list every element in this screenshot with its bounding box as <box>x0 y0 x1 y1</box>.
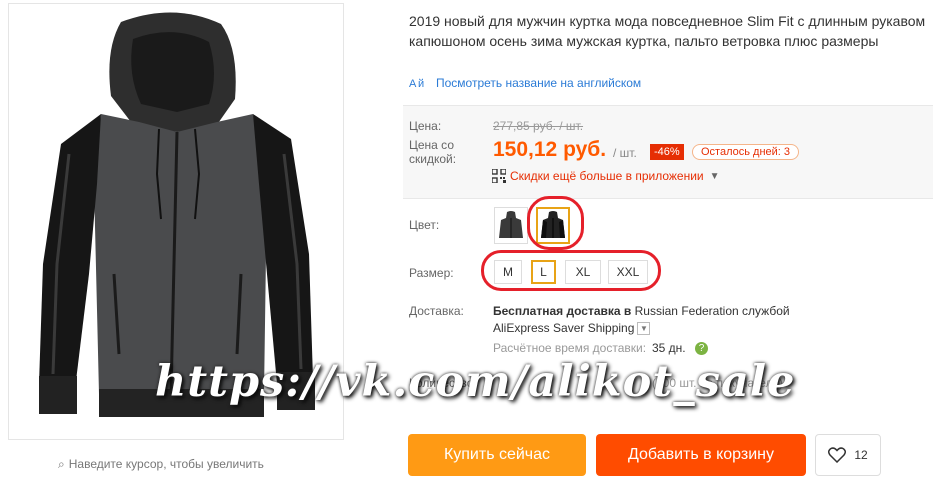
chevron-down-icon[interactable]: ▼ <box>637 322 651 336</box>
svg-text:й: й <box>418 78 424 90</box>
current-price: 150,12 руб. <box>493 138 607 161</box>
shipping-info: Бесплатная доставка в Russian Federation… <box>493 303 790 337</box>
eta-value: 35 дн. <box>652 341 686 355</box>
size-label: Размер: <box>409 266 454 280</box>
zoom-hint-text: Наведите курсор, чтобы увеличить <box>68 457 264 471</box>
delivery-label: Доставка: <box>409 304 464 318</box>
app-promo-text[interactable]: Скидки ещё больше в приложении <box>510 169 704 183</box>
product-title: 2019 новый для мужчин куртка мода повсед… <box>409 13 926 49</box>
discount-price-label: Цена со скидкой: <box>409 138 457 166</box>
wishlist-button[interactable]: 12 <box>815 434 881 476</box>
help-icon[interactable]: ? <box>695 342 708 355</box>
app-promo-link[interactable]: Скидки ещё больше в приложении ▼ <box>492 169 720 183</box>
color-label: Цвет: <box>409 218 440 232</box>
wishlist-count: 12 <box>854 448 868 462</box>
zoom-hint: ⌕ Наведите курсор, чтобы увеличить <box>58 457 264 472</box>
jacket-thumbnail <box>499 210 523 238</box>
qr-code-icon <box>492 169 506 183</box>
add-to-cart-button[interactable]: Добавить в корзину <box>596 434 806 476</box>
eta-label: Расчётное время доставки: <box>493 341 647 355</box>
watermark: https://vk.com/alikot_sale <box>155 357 796 407</box>
magnifier-icon: ⌕ <box>58 457 65 471</box>
translate-link[interactable]: A й Посмотреть название на английском <box>409 76 641 90</box>
price-unit: / шт. <box>613 146 637 160</box>
annotation-circle <box>527 196 584 250</box>
discount-badge: -46% <box>650 144 684 160</box>
price-label: Цена: <box>409 119 442 133</box>
shipping-method[interactable]: AliExpress Saver Shipping <box>493 321 634 335</box>
annotation-circle <box>481 250 661 291</box>
heart-icon <box>828 447 847 463</box>
divider <box>403 198 933 199</box>
translate-link-text[interactable]: Посмотреть название на английском <box>436 76 641 90</box>
svg-text:A: A <box>409 78 417 90</box>
days-left-badge: Осталось дней: 3 <box>692 144 800 160</box>
color-swatch-1[interactable] <box>494 207 528 244</box>
chevron-down-icon[interactable]: ▼ <box>710 171 720 182</box>
translate-icon: A й <box>409 78 424 90</box>
shipping-free: Бесплатная доставка в <box>493 304 632 318</box>
old-price: 277,85 руб. / шт. <box>493 119 584 133</box>
shipping-destination: Russian Federation службой <box>634 304 790 318</box>
buy-now-button[interactable]: Купить сейчас <box>408 434 586 476</box>
